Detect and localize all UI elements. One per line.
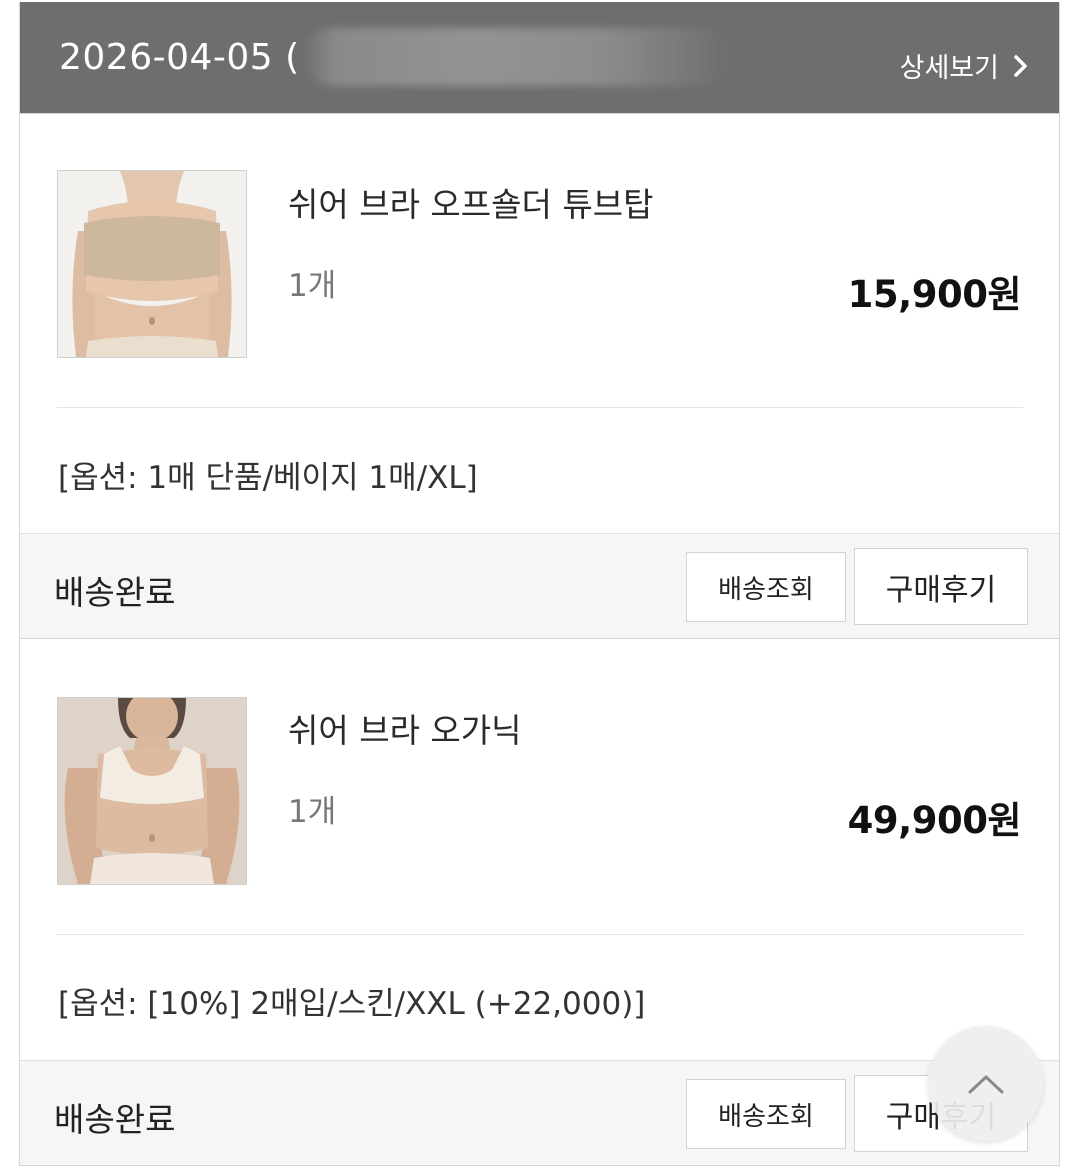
order-header: 2026-04-05 ( 상세보기 xyxy=(20,2,1059,113)
product-price: 15,900원 xyxy=(847,273,1022,316)
product-name[interactable]: 쉬어 브라 오프숄더 튜브탑 xyxy=(288,178,653,226)
chevron-up-icon xyxy=(968,1075,1003,1093)
scroll-to-top-button[interactable] xyxy=(928,1026,1043,1141)
track-delivery-button[interactable]: 배송조회 xyxy=(686,552,846,622)
product-option: [옵션: 1매 단품/베이지 1매/XL] xyxy=(58,460,478,496)
write-review-button[interactable]: 구매후기 xyxy=(854,548,1028,625)
item-divider xyxy=(57,407,1023,408)
order-card: 2026-04-05 ( 상세보기 쉬어 브라 오프숄더 튜브탑 1개 15,9… xyxy=(19,2,1060,1166)
product-option: [옵션: [10%] 2매입/스킨/XXL (+22,000)] xyxy=(58,986,646,1022)
product-photo-beige-tube-top xyxy=(58,171,246,357)
order-date: 2026-04-05 ( xyxy=(59,37,300,78)
delivery-status-bar: 배송완료 배송조회 구매후기 xyxy=(20,533,1059,639)
product-quantity: 1개 xyxy=(288,794,337,830)
delivery-status: 배송완료 xyxy=(54,1100,176,1139)
product-image[interactable] xyxy=(57,697,247,885)
product-quantity: 1개 xyxy=(288,268,337,304)
track-delivery-button[interactable]: 배송조회 xyxy=(686,1079,846,1149)
chevron-right-icon xyxy=(1014,54,1027,77)
product-photo-ivory-bralette xyxy=(58,698,246,884)
header-divider xyxy=(20,113,1059,114)
product-image[interactable] xyxy=(57,170,247,358)
redacted-order-number xyxy=(302,28,732,86)
item-divider xyxy=(57,934,1023,935)
delivery-status-bar: 배송완료 배송조회 구매후기 xyxy=(20,1060,1059,1166)
detail-link-label: 상세보기 xyxy=(899,53,999,84)
delivery-status: 배송완료 xyxy=(54,573,176,612)
detail-link[interactable]: 상세보기 xyxy=(900,46,1029,85)
product-name[interactable]: 쉬어 브라 오가닉 xyxy=(288,704,522,752)
product-price: 49,900원 xyxy=(847,799,1022,842)
